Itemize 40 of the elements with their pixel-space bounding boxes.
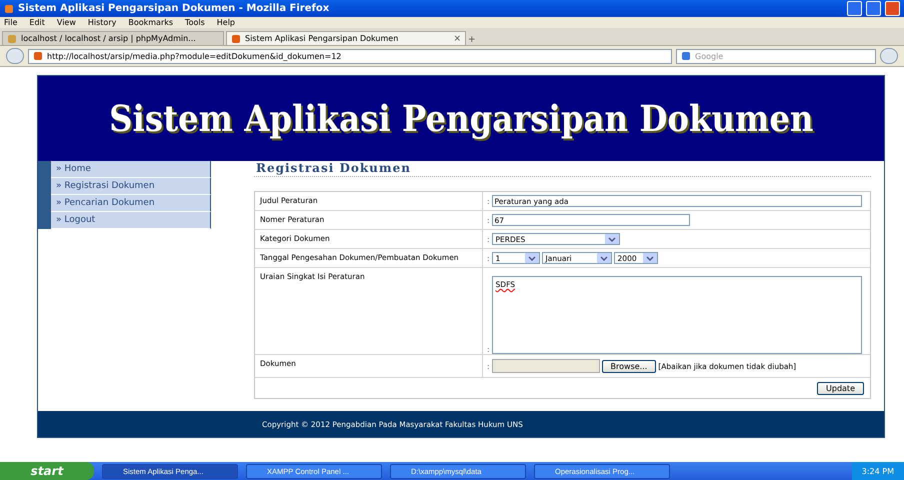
minimize-button[interactable] xyxy=(847,1,862,16)
site-title: Sistem Aplikasi Pengarsipan Dokumen xyxy=(108,98,814,140)
site-icon xyxy=(33,51,43,61)
update-button[interactable]: Update xyxy=(817,382,864,394)
menu-item[interactable]: Edit xyxy=(29,18,45,27)
start-button[interactable]: start xyxy=(0,462,94,480)
browser-tab[interactable]: localhost / localhost / arsip | phpMyAdmin... xyxy=(2,31,224,45)
caret-icon xyxy=(646,256,654,260)
home-button[interactable] xyxy=(880,48,898,64)
clock: 3:24 PM xyxy=(862,466,894,476)
browse-button[interactable]: Browse... xyxy=(602,360,656,372)
close-button[interactable] xyxy=(885,1,900,16)
nav-link[interactable]: » Logout xyxy=(51,212,211,229)
tab-icon xyxy=(231,34,241,44)
window-title: Sistem Aplikasi Pengarsipan Dokumen - Mozilla Firefox xyxy=(18,3,330,14)
maximize-button[interactable] xyxy=(866,1,881,16)
tab-label: Sistem Aplikasi Pengarsipan Dokumen xyxy=(245,34,400,43)
browser-tab[interactable]: Sistem Aplikasi Pengarsipan Dokumen × xyxy=(226,31,466,45)
caret-icon xyxy=(608,236,616,242)
section-title: Registrasi Dokumen xyxy=(254,161,871,177)
menu-item[interactable]: Help xyxy=(216,18,236,27)
menu-item[interactable]: File xyxy=(4,18,18,27)
browser-icon xyxy=(4,4,14,14)
menu-item[interactable]: History xyxy=(88,18,116,27)
menu-item[interactable]: Bookmarks xyxy=(128,18,174,27)
nav-link[interactable]: » Pencarian Dokumen xyxy=(51,195,211,212)
tab-close-button[interactable]: × xyxy=(453,34,461,44)
caret-icon xyxy=(600,256,608,260)
menu-item[interactable]: Tools xyxy=(185,18,205,27)
menu-item[interactable]: View xyxy=(56,18,76,27)
search-engine-icon xyxy=(681,51,691,61)
new-tab-button[interactable]: + xyxy=(468,35,476,45)
tab-icon xyxy=(7,34,17,44)
nav-link[interactable]: » Home xyxy=(51,161,211,178)
caret-icon xyxy=(528,256,536,260)
back-button[interactable] xyxy=(6,48,24,64)
address-bar[interactable]: http://localhost/arsip/media.php?module=editDokumen&id_dokumen=12 xyxy=(28,48,672,64)
file-field[interactable] xyxy=(492,359,600,373)
tab-label: localhost / localhost / arsip | phpMyAdmin... xyxy=(21,34,197,43)
nav-link[interactable]: » Registrasi Dokumen xyxy=(51,178,211,195)
